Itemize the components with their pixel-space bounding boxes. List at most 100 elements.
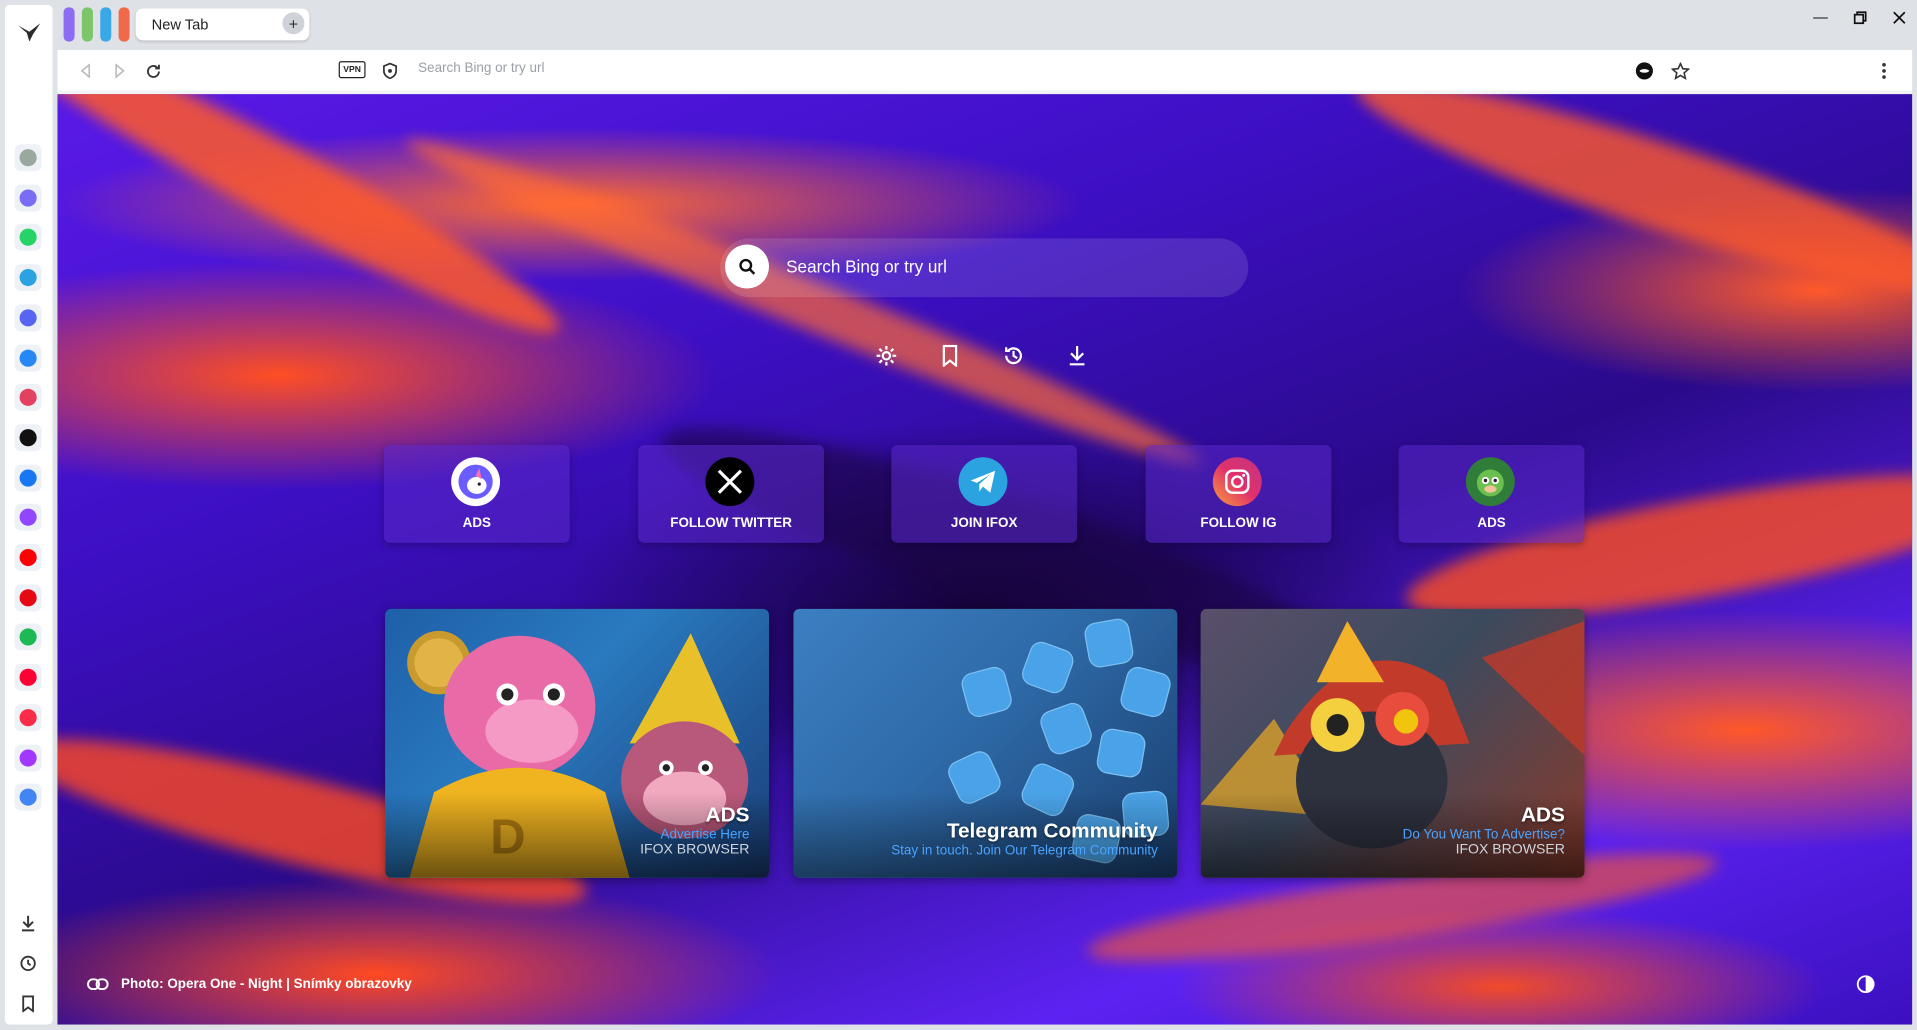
chatgpt-icon	[19, 149, 37, 167]
facebook-icon	[19, 468, 37, 487]
speed-dial-follow-ig[interactable]: FOLLOW IG	[1145, 445, 1332, 543]
x-icon	[705, 457, 755, 507]
shield-icon[interactable]	[379, 60, 401, 82]
translate-icon	[19, 788, 37, 806]
speed-dial-join-ifox[interactable]: JOIN IFOX	[891, 445, 1078, 543]
sidebar-app-spotify[interactable]	[14, 624, 42, 651]
speed-dial-follow-twitter[interactable]: FOLLOW TWITTER	[638, 445, 825, 543]
tile-label: ADS	[1477, 515, 1506, 531]
speed-dial-ads[interactable]: ADS	[383, 445, 570, 543]
tile-label: FOLLOW TWITTER	[670, 515, 792, 531]
ifox-logo-icon[interactable]	[15, 17, 44, 46]
wallpaper-stripe	[1343, 94, 1913, 325]
workspace-orange[interactable]	[118, 7, 130, 42]
search-box[interactable]: Search Bing or try url	[720, 238, 1249, 298]
history-icon[interactable]	[17, 952, 39, 974]
apple-music-icon	[19, 708, 37, 726]
sidebar-app-translate[interactable]	[14, 783, 42, 811]
sidebar-app-instagram[interactable]	[14, 384, 42, 412]
downloads-icon[interactable]	[17, 912, 39, 934]
bookmark-icon[interactable]	[938, 344, 962, 368]
menu-kebab-icon[interactable]	[1873, 60, 1895, 82]
reload-button[interactable]	[142, 60, 164, 82]
sidebar-app-netflix[interactable]	[14, 584, 42, 611]
card-title: ADS	[1521, 803, 1565, 827]
link-icon	[87, 978, 109, 991]
sidebar-app-facebook[interactable]	[14, 464, 42, 491]
sidebar-app-vk[interactable]	[14, 344, 42, 372]
tile-label: FOLLOW IG	[1200, 515, 1277, 531]
address-bar-input[interactable]: Search Bing or try url	[418, 61, 544, 76]
card-subtitle[interactable]: Stay in touch. Join Our Telegram Communi…	[891, 844, 1158, 859]
vpn-badge[interactable]: VPN	[338, 61, 366, 79]
sidebar-app-discord[interactable]	[14, 304, 42, 332]
card-title: ADS	[705, 803, 750, 827]
card-brand: IFOX BROWSER	[1455, 842, 1565, 858]
search-icon[interactable]	[725, 244, 770, 289]
tile-label: ADS	[462, 515, 492, 531]
close-button[interactable]	[1886, 7, 1910, 27]
adblock-icon[interactable]	[1633, 60, 1655, 82]
card-brand: IFOX BROWSER	[640, 842, 750, 858]
netflix-icon	[19, 588, 37, 607]
card-subtitle[interactable]: Advertise Here	[660, 828, 749, 843]
sidebar-app-chatgpt[interactable]	[14, 144, 42, 172]
back-button[interactable]	[75, 60, 97, 82]
spotify-icon	[19, 628, 37, 647]
discord-icon	[19, 309, 37, 327]
sidebar-app-twitch[interactable]	[14, 504, 42, 531]
telegram-icon	[958, 457, 1008, 507]
wallpaper-stripe	[57, 94, 576, 362]
instagram-icon	[1212, 457, 1262, 507]
promo-card-ads-2[interactable]: ADS Do You Want To Advertise? IFOX BROWS…	[1200, 608, 1585, 878]
whatsapp-icon	[19, 229, 37, 247]
sidebar-app-youtube[interactable]	[14, 544, 42, 571]
youtube-icon	[19, 548, 37, 567]
vk-icon	[19, 349, 37, 367]
sidebar-app-telegram[interactable]	[14, 264, 42, 292]
twitch-icon	[19, 508, 37, 527]
wallpaper-credit[interactable]: Photo: Opera One - Night | Snímky obrazo…	[87, 977, 412, 992]
sidebar-app-deezer[interactable]	[14, 743, 42, 771]
settings-gear-icon[interactable]	[874, 344, 898, 368]
workspace-purple[interactable]	[63, 7, 75, 42]
forward-button[interactable]	[109, 60, 131, 82]
credit-text: Photo: Opera One - Night | Snímky obrazo…	[121, 976, 412, 992]
history-icon[interactable]	[1001, 344, 1025, 368]
speed-dial-ads-2[interactable]: ADS	[1398, 445, 1585, 543]
sidebar-app-youtube-music[interactable]	[14, 663, 42, 691]
minimize-button[interactable]: —	[1808, 7, 1832, 27]
unicorn-icon	[451, 457, 501, 507]
search-input[interactable]: Search Bing or try url	[786, 257, 947, 277]
telegram-icon	[19, 269, 37, 287]
new-tab-button[interactable]: +	[282, 12, 305, 35]
restore-button[interactable]	[1847, 7, 1871, 27]
download-icon[interactable]	[1065, 344, 1089, 368]
sidebar-app-messenger[interactable]	[14, 184, 42, 212]
deezer-icon	[19, 748, 37, 766]
quick-actions	[874, 344, 1089, 368]
monkey-icon	[1465, 457, 1515, 507]
sidebar-app-x[interactable]	[14, 424, 42, 452]
promo-card-ads[interactable]: D ADS Advertise Here IFOX BROWSER	[385, 608, 770, 878]
bookmark-star-icon[interactable]	[1669, 60, 1691, 82]
sidebar-app-whatsapp[interactable]	[14, 224, 42, 252]
bookmarks-icon[interactable]	[17, 993, 39, 1015]
workspace-switcher	[63, 7, 130, 42]
x-icon	[19, 428, 37, 447]
tab-title: New Tab	[151, 15, 209, 34]
instagram-icon	[19, 389, 37, 407]
promo-card-telegram[interactable]: Telegram Community Stay in touch. Join O…	[793, 608, 1178, 878]
theme-toggle-icon[interactable]	[1856, 974, 1876, 994]
tile-label: JOIN IFOX	[950, 515, 1018, 531]
workspace-blue[interactable]	[100, 7, 112, 42]
card-subtitle[interactable]: Do You Want To Advertise?	[1403, 828, 1565, 843]
new-tab-page: Search Bing or try url ADS FOLLOW TWITTE…	[57, 94, 1913, 1025]
workspace-green[interactable]	[81, 7, 93, 42]
card-title: Telegram Community	[946, 819, 1158, 843]
youtube-music-icon	[19, 668, 37, 686]
navigation-toolbar: VPN Search Bing or try url	[57, 50, 1913, 91]
sidebar	[4, 4, 53, 1025]
sidebar-app-apple-music[interactable]	[14, 703, 42, 731]
messenger-icon	[19, 189, 37, 207]
